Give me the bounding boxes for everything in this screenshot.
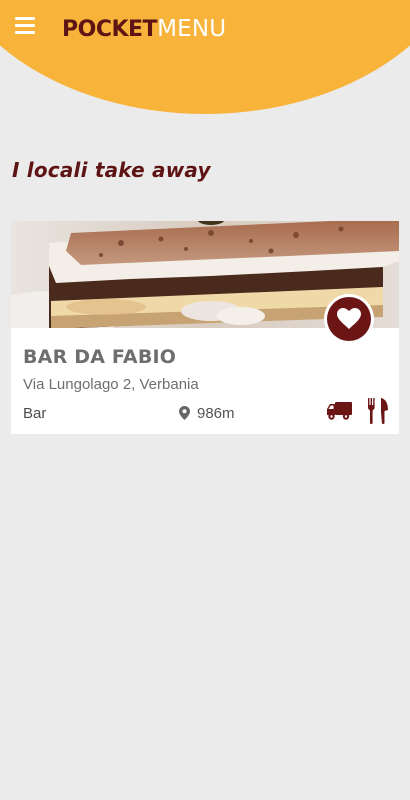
logo-text-light: MENU — [157, 16, 227, 42]
venue-address: Via Lungolago 2, Verbania — [23, 376, 199, 393]
app-screen: POCKETMENU I locali take away BAR DA FAB… — [0, 0, 410, 800]
venue-card[interactable]: BAR DA FABIO Via Lungolago 2, Verbania B… — [11, 221, 399, 434]
fork-knife-icon — [368, 398, 388, 424]
venue-distance: 986m — [179, 404, 235, 422]
venue-services — [327, 398, 389, 424]
venue-distance-label: 986m — [197, 404, 235, 422]
page-title: I locali take away — [12, 158, 211, 182]
app-header: POCKETMENU — [0, 0, 410, 60]
delivery-truck-icon — [327, 402, 352, 420]
hamburger-menu-icon[interactable] — [15, 16, 35, 34]
heart-icon — [337, 308, 361, 329]
venue-category: Bar — [23, 405, 47, 422]
app-logo[interactable]: POCKETMENU — [62, 14, 226, 44]
favorite-button-fill — [327, 297, 371, 341]
favorite-button[interactable] — [324, 294, 374, 344]
location-pin-icon — [179, 406, 190, 420]
logo-text-bold: POCKET — [62, 17, 158, 42]
venue-name: BAR DA FABIO — [23, 346, 177, 368]
